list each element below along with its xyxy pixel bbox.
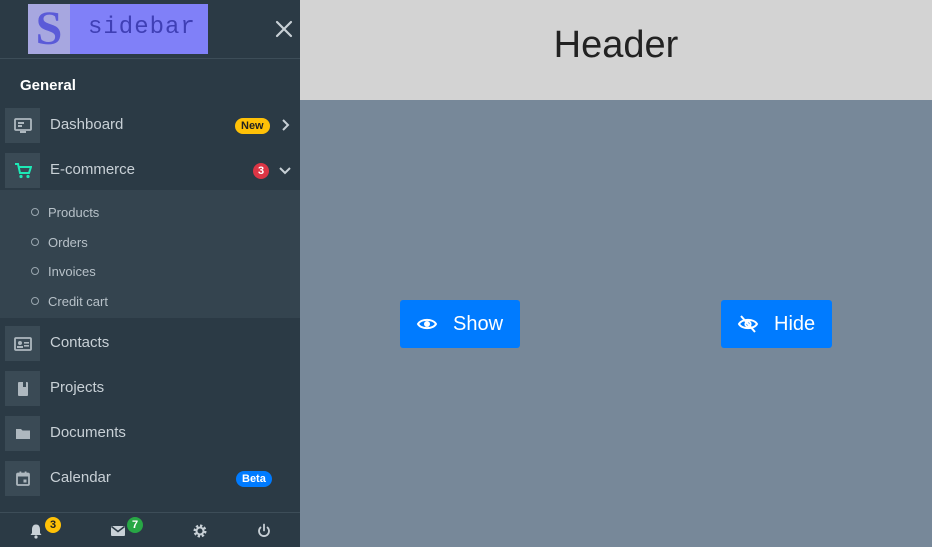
power-icon[interactable] — [256, 523, 272, 539]
submenu-item-label: Invoices — [48, 264, 96, 279]
folder-icon — [5, 416, 40, 451]
sidebar-item-ecommerce[interactable]: E-commerce 3 — [0, 148, 300, 193]
sidebar-item-label: Contacts — [50, 334, 110, 351]
messages-count-badge: 7 — [127, 517, 144, 533]
sidebar: S sidebar General Dashboard New E-commer… — [0, 0, 300, 547]
eye-slash-icon — [737, 315, 759, 333]
new-badge: New — [235, 118, 270, 134]
sidebar-item-documents[interactable]: Documents — [0, 411, 300, 456]
cart-icon — [5, 153, 40, 188]
notifications-count-badge: 3 — [45, 517, 62, 533]
hide-button-label: Hide — [774, 312, 816, 335]
chevron-right-icon — [282, 119, 290, 131]
count-badge: 3 — [253, 163, 270, 179]
mail-icon[interactable] — [110, 523, 126, 539]
sidebar-item-label: Calendar — [50, 469, 111, 486]
sidebar-item-label: Documents — [50, 424, 126, 441]
submenu-item-credit-cart[interactable]: Credit cart — [0, 287, 300, 316]
header: Header — [300, 0, 932, 100]
sidebar-item-label: Dashboard — [50, 116, 124, 133]
main-content: Show Hide — [300, 100, 932, 547]
sidebar-item-label: Projects — [50, 379, 105, 396]
bell-icon[interactable] — [28, 523, 44, 539]
submenu-item-products[interactable]: Products — [0, 198, 300, 227]
show-button-label: Show — [453, 312, 504, 335]
gear-icon[interactable] — [192, 523, 208, 539]
sidebar-item-projects[interactable]: Projects — [0, 366, 300, 411]
calendar-icon — [5, 461, 40, 496]
book-icon — [5, 371, 40, 406]
close-icon[interactable] — [274, 19, 294, 39]
sidebar-item-label: E-commerce — [50, 161, 136, 178]
logo[interactable]: S sidebar — [28, 4, 208, 54]
sidebar-footer: 3 7 — [0, 512, 300, 547]
beta-badge: Beta — [236, 471, 272, 487]
sidebar-item-calendar[interactable]: Calendar Beta — [0, 456, 300, 501]
circle-icon — [31, 238, 39, 246]
show-button[interactable]: Show — [400, 300, 520, 348]
submenu-item-orders[interactable]: Orders — [0, 228, 300, 257]
submenu-item-label: Credit cart — [48, 294, 108, 309]
contact-card-icon — [5, 326, 40, 361]
circle-icon — [31, 208, 39, 216]
submenu-item-invoices[interactable]: Invoices — [0, 257, 300, 286]
ecommerce-submenu: Products Orders Invoices Credit cart — [0, 190, 300, 318]
section-title-general: General — [20, 77, 76, 94]
chevron-down-icon — [279, 167, 291, 175]
hide-button[interactable]: Hide — [721, 300, 832, 348]
circle-icon — [31, 297, 39, 305]
page-title: Header — [553, 24, 679, 66]
sidebar-brand: S sidebar — [0, 0, 300, 59]
logo-letter: S — [28, 4, 70, 54]
sidebar-item-contacts[interactable]: Contacts — [0, 321, 300, 366]
submenu-item-label: Orders — [48, 235, 88, 250]
monitor-icon — [5, 108, 40, 143]
circle-icon — [31, 267, 39, 275]
logo-text: sidebar — [88, 14, 196, 41]
eye-icon — [416, 318, 438, 330]
sidebar-item-dashboard[interactable]: Dashboard New — [0, 103, 300, 148]
submenu-item-label: Products — [48, 205, 100, 220]
